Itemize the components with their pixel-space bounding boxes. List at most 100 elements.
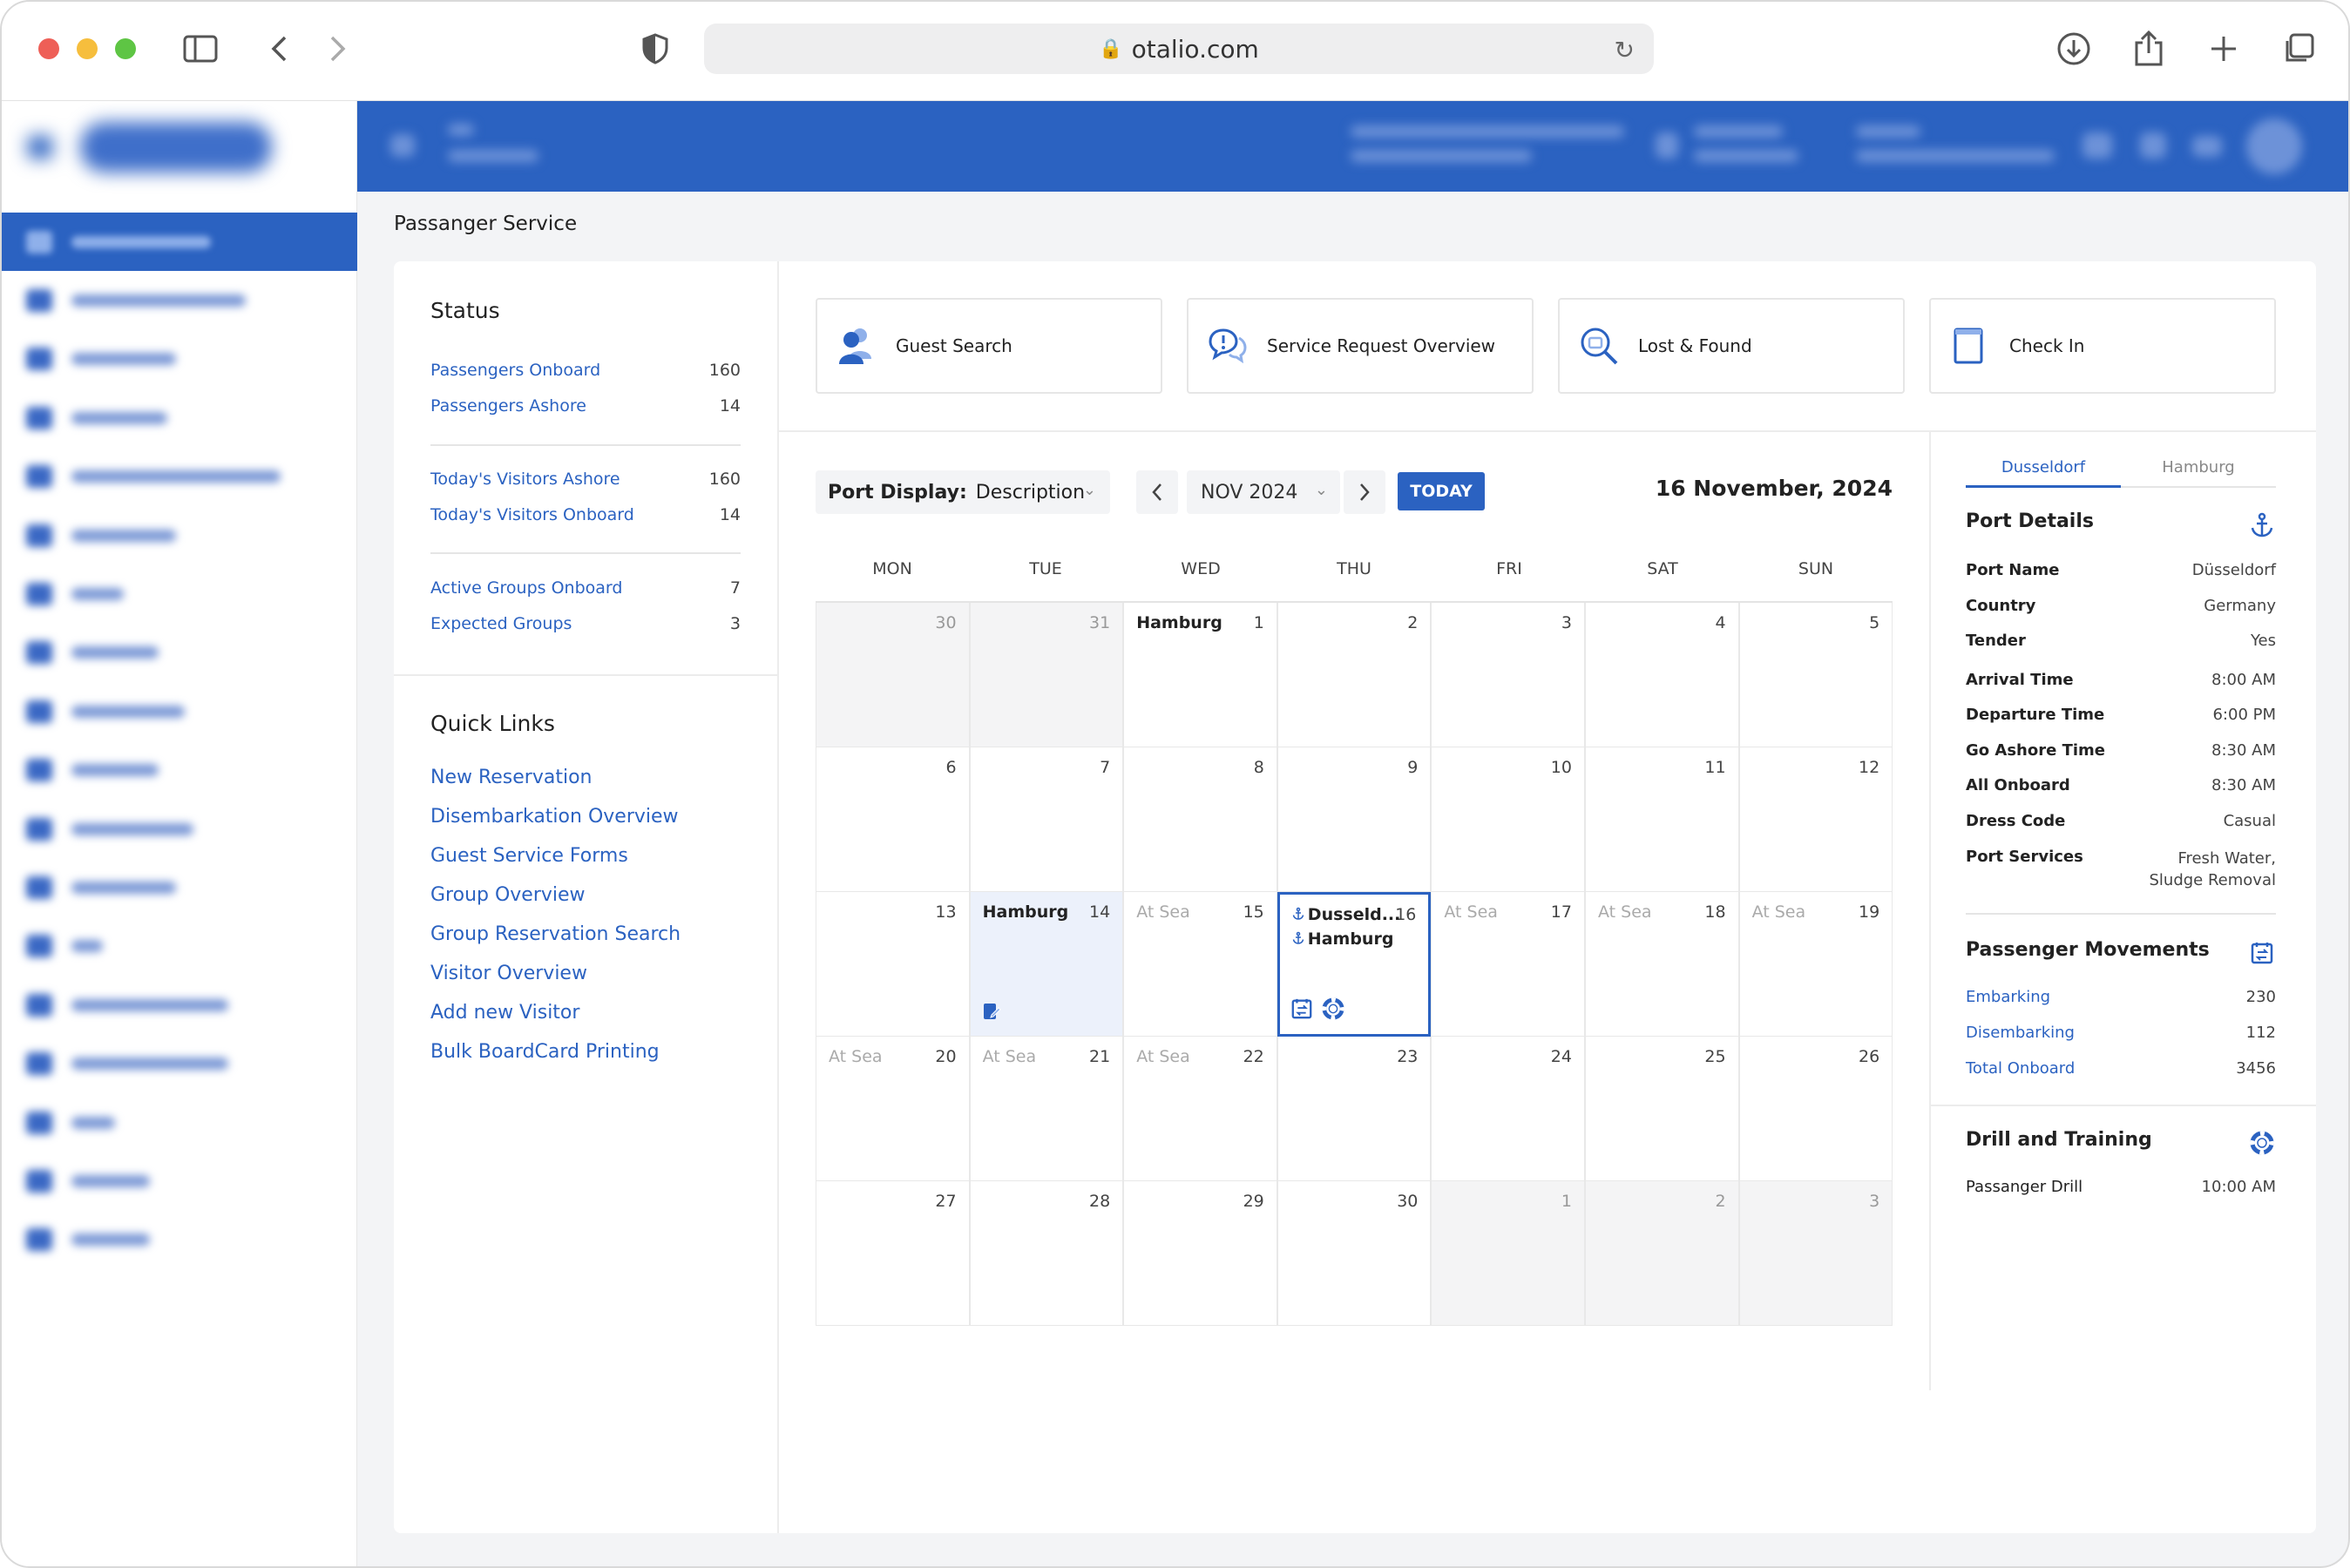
- sidebar-item[interactable]: [2, 1034, 357, 1092]
- stat-visitors-onboard[interactable]: Today's Visitors Onboard 14: [430, 505, 741, 524]
- quick-link-new-reservation[interactable]: New Reservation: [430, 767, 593, 788]
- stat-label[interactable]: Today's Visitors Ashore: [430, 470, 620, 489]
- calendar-day-cell[interactable]: 18 At Sea: [1585, 892, 1739, 1037]
- stat-visitors-ashore[interactable]: Today's Visitors Ashore 160: [430, 470, 741, 489]
- quick-link-group-overview[interactable]: Group Overview: [430, 884, 586, 906]
- calendar-day-cell[interactable]: 6: [816, 747, 970, 892]
- calendar-day-cell[interactable]: 27: [816, 1181, 970, 1326]
- transfer-icon[interactable]: [1290, 997, 1313, 1024]
- calendar-day-cell[interactable]: 3: [1431, 603, 1585, 747]
- calendar-day-cell[interactable]: 30: [816, 603, 970, 747]
- stat-active-groups[interactable]: Active Groups Onboard 7: [430, 578, 741, 598]
- shield-icon[interactable]: [634, 28, 676, 70]
- sidebar-item[interactable]: [2, 1093, 357, 1152]
- month-select[interactable]: NOV 2024 ⌄: [1187, 470, 1340, 514]
- sidebar-item[interactable]: [2, 917, 357, 976]
- stat-label[interactable]: Passengers Onboard: [430, 361, 600, 380]
- quick-link-add-new-visitor[interactable]: Add new Visitor: [430, 1002, 579, 1024]
- calendar-day-cell[interactable]: 7: [969, 747, 1124, 892]
- calendar-day-cell[interactable]: 1 Hamburg: [1123, 603, 1277, 747]
- download-icon[interactable]: [2053, 28, 2095, 70]
- share-icon[interactable]: [2128, 28, 2170, 70]
- tab-hamburg[interactable]: Hamburg: [2121, 458, 2276, 476]
- sidebar-item[interactable]: [2, 1152, 357, 1210]
- stat-label[interactable]: Today's Visitors Onboard: [430, 505, 634, 524]
- service-request-overview-tile[interactable]: Service Request Overview: [1187, 298, 1534, 394]
- calendar-day-cell[interactable]: 23: [1277, 1037, 1432, 1181]
- stat-label[interactable]: Expected Groups: [430, 614, 572, 633]
- calendar-day-cell[interactable]: 3: [1738, 1181, 1893, 1326]
- movement-label[interactable]: Disembarking: [1966, 1024, 2075, 1042]
- quick-link-group-reservation-search[interactable]: Group Reservation Search: [430, 923, 681, 945]
- quick-link-guest-service-forms[interactable]: Guest Service Forms: [430, 845, 628, 867]
- calendar-day-cell[interactable]: 31: [969, 603, 1124, 747]
- calendar-day-cell[interactable]: 11: [1585, 747, 1739, 892]
- port-display-select[interactable]: Port Display: Description ⌄: [816, 470, 1110, 514]
- calendar-day-cell[interactable]: 19 At Sea: [1738, 892, 1893, 1037]
- movement-disembarking[interactable]: Disembarking 112: [1966, 1024, 2276, 1042]
- calendar-day-cell[interactable]: 25: [1585, 1037, 1739, 1181]
- sidebar-item[interactable]: [2, 389, 357, 447]
- today-button[interactable]: TODAY: [1398, 472, 1485, 510]
- stat-passengers-ashore[interactable]: Passengers Ashore 14: [430, 396, 741, 416]
- sidebar-item[interactable]: [2, 271, 357, 329]
- notification-icon[interactable]: [2082, 132, 2112, 159]
- sidebar-item[interactable]: [2, 330, 357, 389]
- calendar-day-cell[interactable]: 2: [1277, 603, 1432, 747]
- guest-search-tile[interactable]: Guest Search: [816, 298, 1162, 394]
- calendar-day-cell[interactable]: 10: [1431, 747, 1585, 892]
- stat-label[interactable]: Active Groups Onboard: [430, 578, 622, 598]
- calendar-day-cell[interactable]: 8: [1123, 747, 1277, 892]
- calendar-day-cell[interactable]: 26: [1738, 1037, 1893, 1181]
- calendar-day-cell[interactable]: 14 Hamburg: [969, 892, 1124, 1037]
- reload-icon[interactable]: ↻: [1615, 36, 1635, 64]
- stat-label[interactable]: Passengers Ashore: [430, 396, 586, 416]
- alert-icon[interactable]: [2140, 132, 2166, 159]
- stat-expected-groups[interactable]: Expected Groups 3: [430, 614, 741, 633]
- close-window-button[interactable]: [38, 38, 59, 59]
- movement-embarking[interactable]: Embarking 230: [1966, 988, 2276, 1006]
- sidebar-item[interactable]: [2, 741, 357, 800]
- prev-month-button[interactable]: [1136, 470, 1178, 514]
- calendar-day-cell[interactable]: 22 At Sea: [1123, 1037, 1277, 1181]
- movement-total-onboard[interactable]: Total Onboard 3456: [1966, 1059, 2276, 1078]
- zoom-window-button[interactable]: [115, 38, 136, 59]
- sidebar-item[interactable]: [2, 564, 357, 623]
- lifebuoy-icon[interactable]: [1322, 997, 1344, 1024]
- calendar-day-cell[interactable]: 29: [1123, 1181, 1277, 1326]
- calendar-day-cell[interactable]: 24: [1431, 1037, 1585, 1181]
- sidebar-item[interactable]: [2, 506, 357, 564]
- sidebar-item[interactable]: [2, 976, 357, 1034]
- search-icon[interactable]: [390, 134, 415, 157]
- calendar-day-cell[interactable]: 30: [1277, 1181, 1432, 1326]
- avatar[interactable]: [2246, 118, 2302, 174]
- check-in-tile[interactable]: Check In: [1929, 298, 2276, 394]
- mail-icon[interactable]: [2192, 136, 2222, 157]
- tab-dusseldorf[interactable]: Dusseldorf: [1966, 458, 2121, 476]
- sidebar-item[interactable]: [2, 800, 357, 858]
- calendar-day-cell[interactable]: 1: [1431, 1181, 1585, 1326]
- quick-link-disembarkation-overview[interactable]: Disembarkation Overview: [430, 806, 679, 828]
- calendar-day-cell[interactable]: 5: [1738, 603, 1893, 747]
- sidebar-toggle-icon[interactable]: [179, 28, 221, 70]
- calendar-day-cell[interactable]: 12: [1738, 747, 1893, 892]
- calendar-day-cell[interactable]: 13: [816, 892, 970, 1037]
- calendar-day-cell[interactable]: 28: [969, 1181, 1124, 1326]
- minimize-window-button[interactable]: [77, 38, 98, 59]
- calendar-day-cell[interactable]: 9: [1277, 747, 1432, 892]
- new-tab-icon[interactable]: [2203, 28, 2245, 70]
- calendar-day-cell[interactable]: 21 At Sea: [969, 1037, 1124, 1181]
- sidebar-item-passenger-service[interactable]: [2, 213, 357, 272]
- movement-label[interactable]: Embarking: [1966, 988, 2050, 1006]
- form-icon[interactable]: [981, 1001, 1002, 1025]
- back-icon[interactable]: [258, 28, 300, 70]
- quick-link-bulk-boardcard-printing[interactable]: Bulk BoardCard Printing: [430, 1041, 660, 1063]
- stat-passengers-onboard[interactable]: Passengers Onboard 160: [430, 361, 741, 380]
- calendar-day-cell[interactable]: 15 At Sea: [1123, 892, 1277, 1037]
- calendar-day-cell[interactable]: 16 Dusseld... Hamburg: [1277, 892, 1432, 1037]
- quick-link-visitor-overview[interactable]: Visitor Overview: [430, 963, 587, 984]
- sidebar-item[interactable]: [2, 682, 357, 740]
- next-month-button[interactable]: [1344, 470, 1385, 514]
- calendar-day-cell[interactable]: 20 At Sea: [816, 1037, 970, 1181]
- calendar-day-cell[interactable]: 17 At Sea: [1431, 892, 1585, 1037]
